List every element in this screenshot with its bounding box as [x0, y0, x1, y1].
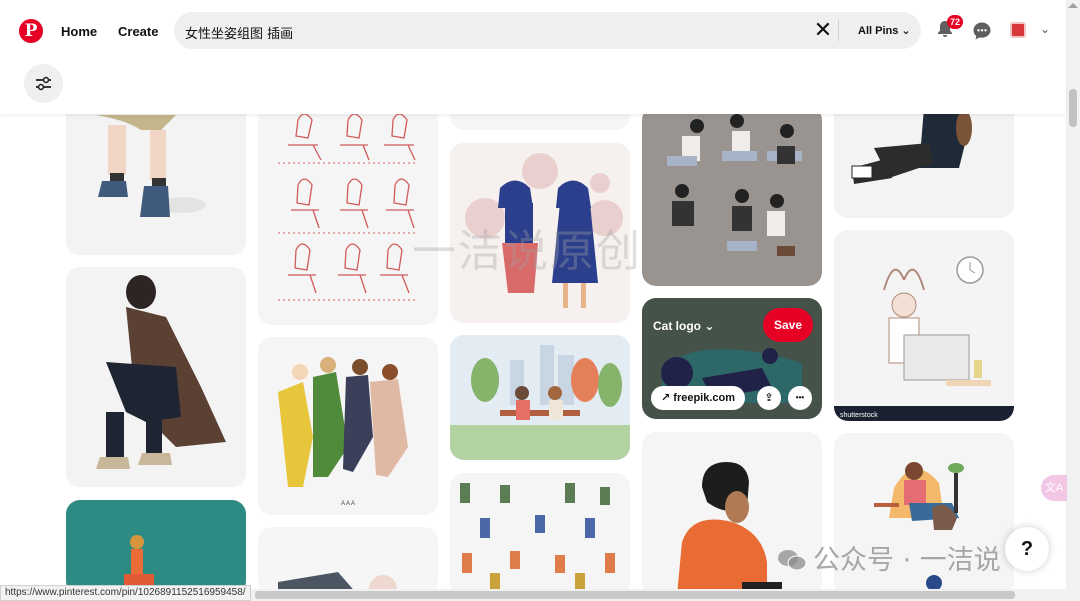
- pin-image: shutterstock: [834, 230, 1014, 421]
- pin-image: [258, 85, 438, 325]
- search-input[interactable]: 女性坐姿组图 插画: [185, 23, 293, 42]
- external-link-arrow-icon: ↗: [661, 392, 671, 404]
- source-link-label: freepik.com: [673, 392, 736, 404]
- pin-image: A A A: [258, 337, 438, 515]
- board-select-label: Cat logo: [653, 319, 701, 333]
- scroll-up-arrow-icon[interactable]: [1068, 3, 1078, 8]
- search-divider: [838, 20, 839, 41]
- pin-image: [450, 335, 630, 460]
- sliders-icon: [36, 76, 51, 91]
- pin-freepik-hover[interactable]: Cat logo ⌄ Save ↗ freepik.com ⇪ •••: [642, 298, 822, 419]
- horizontal-scroll-thumb[interactable]: [255, 591, 1015, 599]
- vertical-scrollbar[interactable]: [1066, 0, 1080, 601]
- status-bar-url: https://www.pinterest.com/pin/1026891152…: [0, 585, 251, 601]
- messages-icon[interactable]: [972, 21, 992, 46]
- watermark-text: 一洁说原创: [412, 226, 642, 277]
- pin-women-sitting-gray[interactable]: [642, 106, 822, 286]
- search-scope-dropdown[interactable]: All Pins ⌄: [858, 24, 911, 37]
- chevron-down-icon: ⌄: [901, 25, 911, 37]
- pin-sketch-partial[interactable]: [258, 527, 438, 595]
- wechat-watermark-label: 公众号 · 一洁说: [813, 545, 1001, 576]
- pin-image: [642, 106, 822, 286]
- account-chevron-icon[interactable]: ⌄: [1040, 22, 1050, 36]
- share-icon[interactable]: ⇪: [757, 386, 781, 410]
- account-avatar[interactable]: [1010, 22, 1026, 38]
- nav-create-link[interactable]: Create: [118, 24, 158, 39]
- pin-image: [66, 267, 246, 487]
- vertical-scroll-thumb[interactable]: [1069, 89, 1077, 127]
- more-options-icon[interactable]: •••: [788, 386, 812, 410]
- pinterest-logo-icon[interactable]: P: [19, 19, 43, 43]
- translate-icon[interactable]: 文A: [1041, 475, 1067, 501]
- wechat-watermark: 公众号 · 一洁说: [777, 538, 1001, 577]
- shutterstock-caption: shutterstock: [840, 412, 878, 419]
- pin-image: [66, 500, 246, 595]
- pin-sitting-people-grid[interactable]: [450, 473, 630, 595]
- clear-search-icon[interactable]: ✕: [813, 17, 833, 43]
- sketch-caption: A A A: [341, 501, 355, 507]
- save-button[interactable]: Save: [763, 308, 813, 342]
- wechat-icon: [778, 550, 807, 571]
- pin-image: [450, 473, 630, 595]
- board-select-button[interactable]: Cat logo ⌄: [653, 319, 714, 333]
- pin-woman-stretching-laptop[interactable]: shutterstock: [834, 230, 1014, 421]
- filter-button[interactable]: [24, 64, 63, 103]
- notification-count-badge: 72: [947, 15, 963, 29]
- source-link-pill[interactable]: ↗ freepik.com: [651, 386, 746, 410]
- pin-woman-brown-coat[interactable]: [66, 267, 246, 487]
- pin-walking-women-colorful[interactable]: A A A: [258, 337, 438, 515]
- help-button[interactable]: ?: [1005, 527, 1049, 571]
- pin-teal-illustration[interactable]: [66, 500, 246, 595]
- nav-home-link[interactable]: Home: [61, 24, 97, 39]
- pin-park-bench-scene[interactable]: [450, 335, 630, 460]
- search-scope-label: All Pins: [858, 25, 899, 37]
- chevron-down-icon: ⌄: [704, 319, 715, 333]
- top-header: P Home Create 女性坐姿组图 插画 ✕ All Pins ⌄ 72 ⌄: [0, 0, 1066, 114]
- search-bar[interactable]: 女性坐姿组图 插画 ✕ All Pins ⌄: [174, 12, 921, 49]
- pin-line-sketch-poses[interactable]: [258, 85, 438, 325]
- pin-image: [258, 527, 438, 595]
